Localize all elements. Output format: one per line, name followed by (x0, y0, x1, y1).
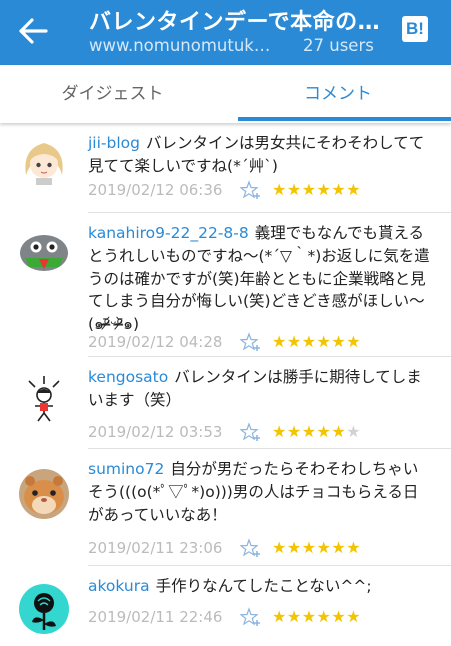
star-filled-icon: ★ (346, 332, 362, 351)
comment-item: jii-blog バレンタインは男女共にそわそわしてて 見てて楽しいですね(*´艸… (0, 123, 451, 213)
star-filled-icon: ★ (286, 538, 302, 557)
star-filled-icon: ★ (272, 538, 287, 557)
star-empty-icon: ★ (346, 422, 362, 441)
add-star-icon[interactable] (240, 180, 262, 200)
star-filled-icon: ★ (331, 538, 347, 557)
star-filled-icon: ★ (301, 422, 317, 441)
star-filled-icon: ★ (286, 607, 302, 626)
comment-text: sumino72 自分が男だったらそわそわしちゃいそう(((o(*ﾟ▽ﾟ*)o))… (88, 458, 432, 526)
star-filled-icon: ★ (316, 538, 332, 557)
comment-text: kengosato バレンタインは勝手に期待してしまいます（笑） (88, 366, 432, 412)
app-bar: バレンタインデーで本命の… www.nomunomutuk… 27 users … (0, 0, 451, 65)
comment-text: jii-blog バレンタインは男女共にそわそわしてて 見てて楽しいですね(*´艸… (88, 132, 432, 178)
add-star-icon[interactable] (240, 332, 262, 352)
star-filled-icon: ★ (272, 180, 287, 199)
hatena-bookmark-icon[interactable]: B! (402, 16, 428, 42)
comment-date: 2019/02/12 06:36 (88, 181, 223, 199)
tab-digest[interactable]: ダイジェスト (0, 65, 225, 123)
comment-username[interactable]: kengosato (88, 368, 168, 386)
site-url: www.nomunomutuk… (89, 36, 271, 55)
add-star-icon[interactable] (240, 422, 262, 442)
bookmark-user-count[interactable]: 27 users (303, 36, 374, 55)
comment-username[interactable]: kanahiro9-22_22-8-8 (88, 224, 249, 242)
comment-text: kanahiro9-22_22-8-8 義理でもなんでも貰えるとうれしいものですね… (88, 222, 432, 336)
star-filled-icon: ★ (286, 422, 302, 441)
star-filled-icon: ★ (272, 422, 287, 441)
star-filled-icon: ★ (272, 332, 287, 351)
comment-username[interactable]: akokura (88, 577, 150, 595)
star-filled-icon: ★ (316, 422, 332, 441)
comment-date: 2019/02/12 04:28 (88, 333, 223, 351)
star-filled-icon: ★ (301, 332, 317, 351)
star-rating: ★★★★★★ (272, 331, 361, 353)
star-filled-icon: ★ (331, 180, 347, 199)
star-filled-icon: ★ (316, 180, 332, 199)
star-filled-icon: ★ (331, 607, 347, 626)
star-rating: ★★★★★★ (272, 537, 361, 559)
page-title: バレンタインデーで本命の… (89, 10, 381, 35)
comment-text: akokura 手作りなんてしたことない^^; (88, 575, 432, 598)
comment-item: sumino72 自分が男だったらそわそわしちゃいそう(((o(*ﾟ▽ﾟ*)o))… (0, 449, 451, 566)
star-rating: ★★★★★★ (272, 606, 361, 628)
star-filled-icon: ★ (286, 180, 302, 199)
back-arrow-icon[interactable] (18, 18, 48, 44)
star-filled-icon: ★ (316, 332, 332, 351)
comment-item: kanahiro9-22_22-8-8 義理でもなんでも貰えるとうれしいものですね… (0, 213, 451, 357)
comment-username[interactable]: jii-blog (88, 134, 140, 152)
star-filled-icon: ★ (331, 332, 347, 351)
add-star-icon[interactable] (240, 607, 262, 627)
comment-item: kengosato バレンタインは勝手に期待してしまいます（笑） 2019/02/… (0, 357, 451, 449)
comment-item: akokura 手作りなんてしたことない^^; 2019/02/11 22:46 … (0, 566, 451, 646)
star-rating: ★★★★★★ (272, 179, 361, 201)
robot-face-icon[interactable] (19, 225, 69, 275)
add-star-icon[interactable] (240, 538, 262, 558)
tab-bar: ダイジェスト コメント (0, 65, 451, 123)
black-rose-icon[interactable] (19, 584, 69, 634)
star-filled-icon: ★ (346, 538, 362, 557)
comment-date: 2019/02/11 23:06 (88, 539, 223, 557)
anime-girl-icon[interactable] (19, 135, 69, 185)
hamster-photo-icon[interactable] (19, 469, 69, 519)
star-filled-icon: ★ (286, 332, 302, 351)
comment-date: 2019/02/12 03:53 (88, 423, 223, 441)
star-filled-icon: ★ (316, 607, 332, 626)
tab-comments[interactable]: コメント (225, 65, 451, 123)
star-filled-icon: ★ (301, 607, 317, 626)
comment-date: 2019/02/11 22:46 (88, 608, 223, 626)
star-filled-icon: ★ (346, 607, 362, 626)
star-filled-icon: ★ (301, 538, 317, 557)
star-filled-icon: ★ (272, 607, 287, 626)
comment-username[interactable]: sumino72 (88, 460, 164, 478)
active-tab-indicator (238, 117, 451, 121)
star-filled-icon: ★ (331, 422, 347, 441)
star-rating: ★★★★★★ (272, 421, 361, 443)
comment-body: 手作りなんてしたことない^^; (155, 577, 372, 595)
doodle-person-icon[interactable] (19, 373, 69, 423)
star-filled-icon: ★ (301, 180, 317, 199)
star-filled-icon: ★ (346, 180, 362, 199)
